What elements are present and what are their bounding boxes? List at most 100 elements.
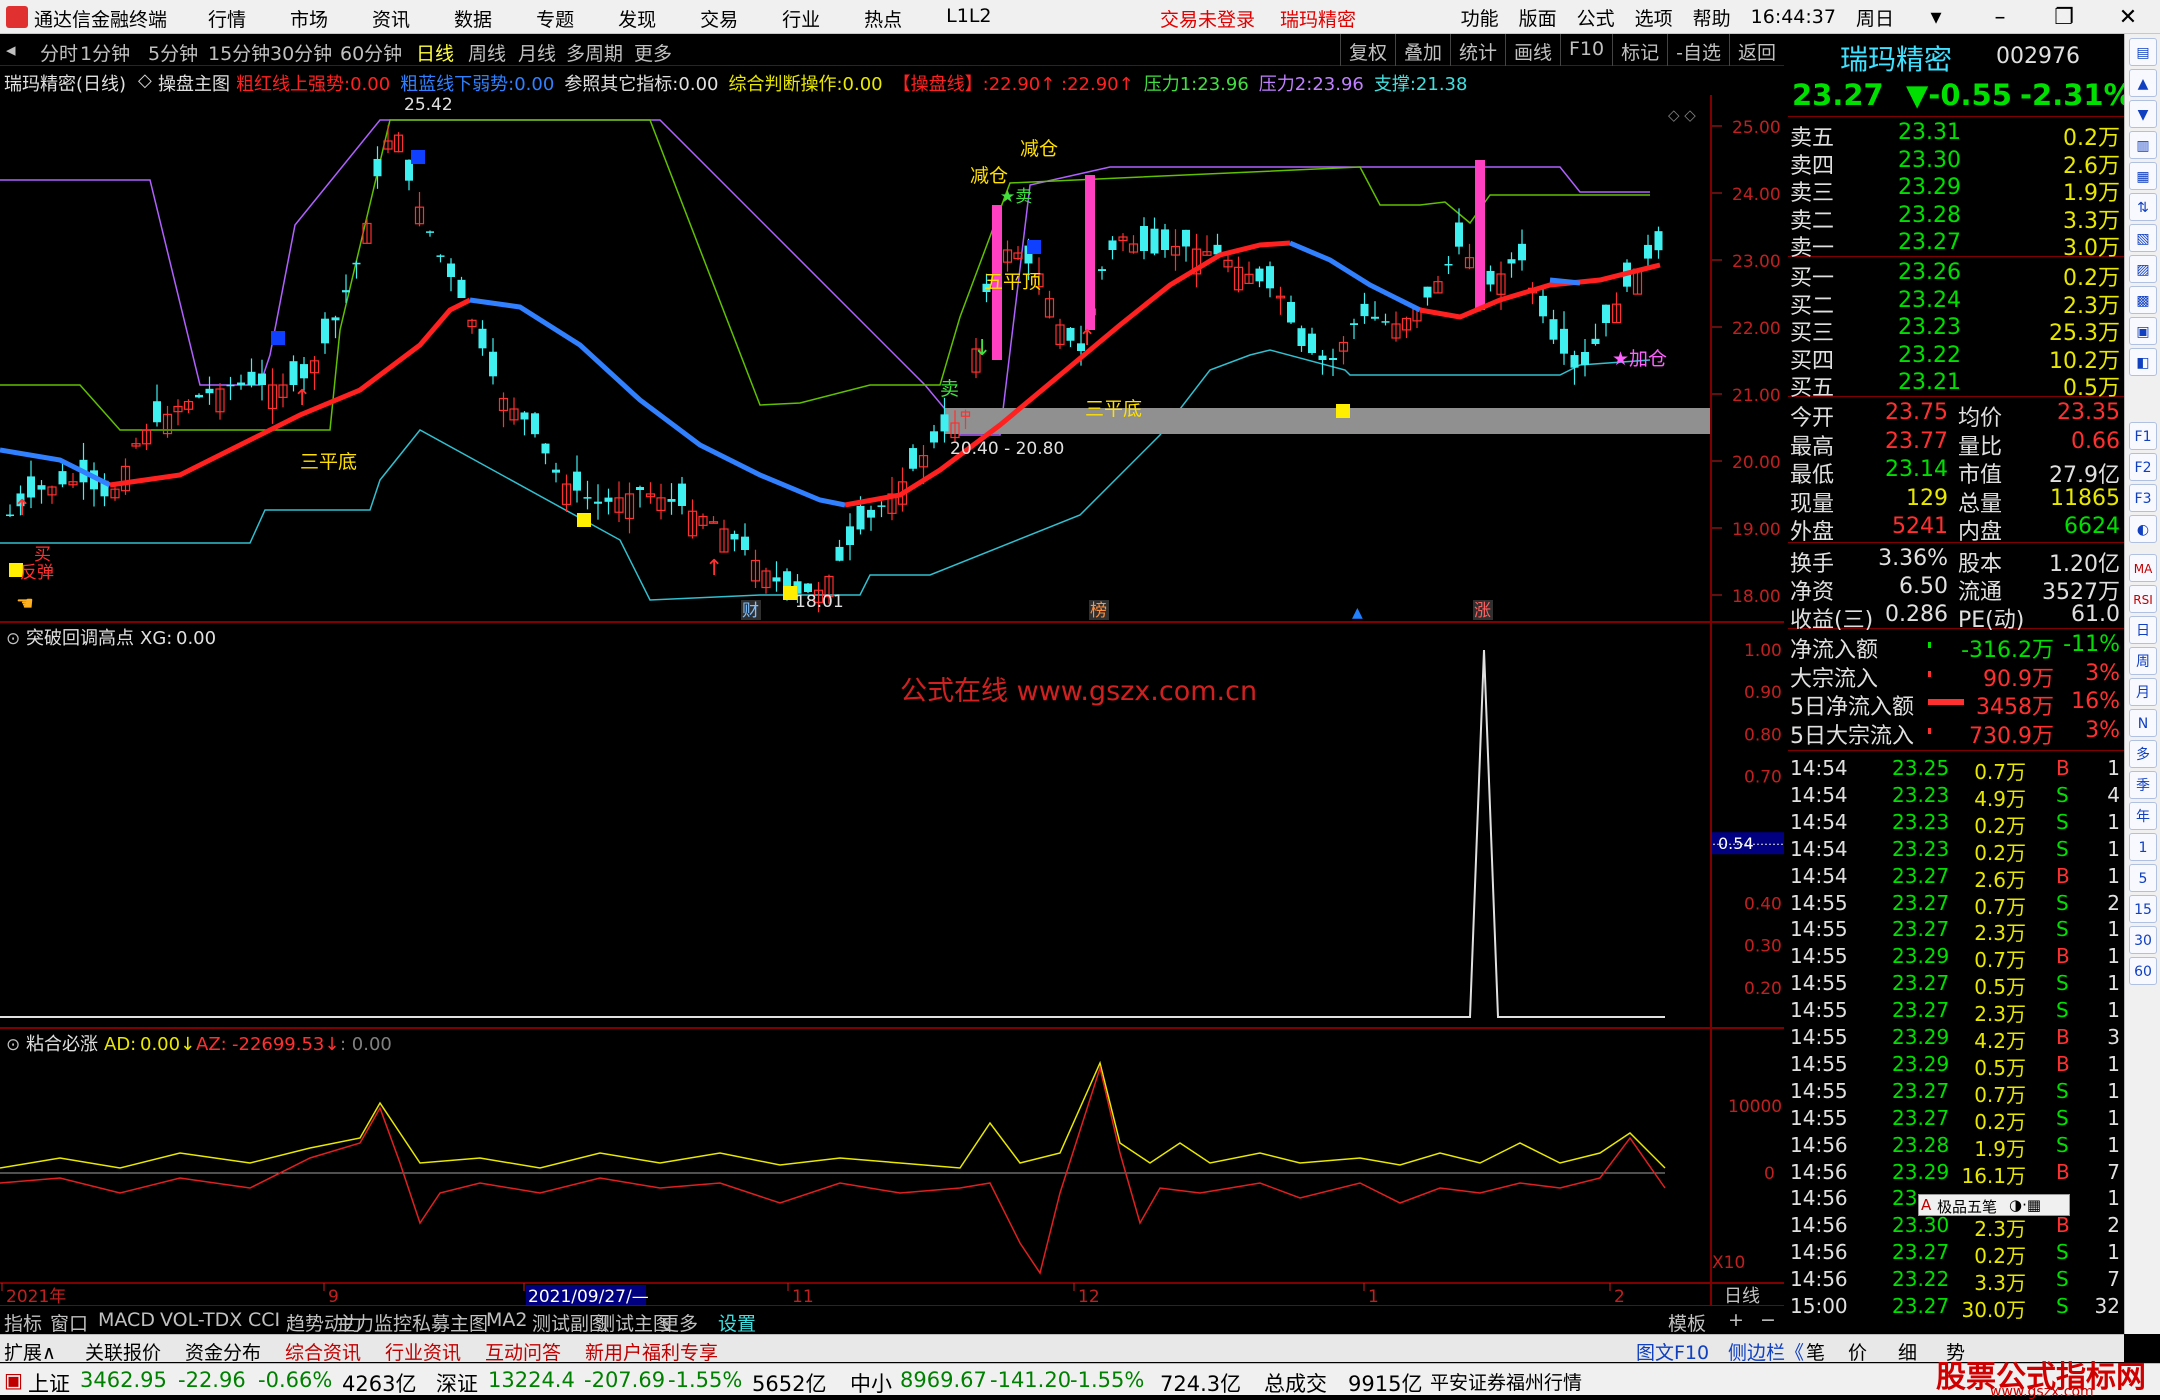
sidebar-tool-icon[interactable]: ▥ bbox=[2129, 131, 2157, 159]
indicator-tab[interactable]: 主力监控 bbox=[336, 1309, 412, 1336]
formula-name[interactable]: 操盘主图 bbox=[158, 70, 230, 95]
sidebar-tool-icon[interactable]: ▦ bbox=[2129, 162, 2157, 190]
chart-tool-button[interactable]: 复权 bbox=[1339, 34, 1395, 66]
menu-layout[interactable]: 版面 bbox=[1519, 4, 1557, 31]
bid-price[interactable]: 23.21 bbox=[1898, 370, 1961, 395]
period-tab[interactable]: 月线 bbox=[518, 39, 556, 66]
ime-mode-icon[interactable]: ◑·▦ bbox=[2009, 1196, 2041, 1214]
minimize-icon[interactable]: – bbox=[1978, 5, 2022, 30]
up-triangle-icon[interactable]: ▲ bbox=[1352, 605, 1363, 621]
sidebar-function-icon[interactable]: ◐ bbox=[2129, 515, 2157, 543]
ask-price[interactable]: 23.27 bbox=[1898, 230, 1961, 255]
indicator-tab[interactable]: VOL-TDX bbox=[160, 1309, 242, 1331]
sidebar-tool-icon[interactable]: ▩ bbox=[2129, 286, 2157, 314]
sidebar-item[interactable]: 5 bbox=[2129, 864, 2157, 892]
close-icon[interactable]: ✕ bbox=[2106, 5, 2150, 30]
chart-tool-button[interactable]: 叠加 bbox=[1394, 34, 1450, 66]
period-tab[interactable]: 30分钟 bbox=[270, 39, 332, 66]
formula-icon[interactable]: ◇ bbox=[138, 70, 152, 91]
extension-tab[interactable]: 综合资讯 bbox=[285, 1338, 361, 1365]
sidebar-function-icon[interactable]: F1 bbox=[2129, 422, 2157, 450]
chart-tool-button[interactable]: F10 bbox=[1560, 34, 1612, 66]
menu-item[interactable]: 资讯 bbox=[372, 5, 410, 32]
extension-tab[interactable]: 扩展∧ bbox=[4, 1338, 56, 1365]
sidebar-item[interactable]: 月 bbox=[2129, 678, 2157, 706]
ask-price[interactable]: 23.28 bbox=[1898, 203, 1961, 228]
period-tab[interactable]: 更多 bbox=[634, 39, 672, 66]
chart-tool-button[interactable]: 标记 bbox=[1612, 34, 1667, 66]
sidebar-item[interactable]: 30 bbox=[2129, 926, 2157, 954]
chart-tool-button[interactable]: 返回 bbox=[1728, 34, 1784, 66]
bid-price[interactable]: 23.26 bbox=[1898, 260, 1961, 285]
menu-item[interactable]: 行业 bbox=[782, 5, 820, 32]
menu-item[interactable]: 热点 bbox=[864, 5, 902, 32]
sidebar-tool-icon[interactable]: ▤ bbox=[2129, 38, 2157, 66]
ask-price[interactable]: 23.29 bbox=[1898, 175, 1961, 200]
sidebar-item[interactable]: 日 bbox=[2129, 616, 2157, 644]
sidebar-item[interactable]: N bbox=[2129, 709, 2157, 737]
sidebar-item[interactable]: 1 bbox=[2129, 833, 2157, 861]
menu-function[interactable]: 功能 bbox=[1461, 4, 1499, 31]
period-tab[interactable]: 1分钟 bbox=[80, 39, 130, 66]
sidebar-tool-icon[interactable]: ▣ bbox=[2129, 317, 2157, 345]
collapse-icon[interactable]: ⊙ bbox=[6, 1035, 20, 1055]
chart-area[interactable]: 25.0024.0023.0022.0021.0020.0019.0018.00… bbox=[0, 95, 1784, 1305]
menu-icon[interactable]: ▾ bbox=[1914, 5, 1958, 30]
menu-item[interactable]: 交易 bbox=[700, 5, 738, 32]
indicator-tab[interactable]: 私募主图 bbox=[412, 1309, 488, 1336]
panel-switch-tab[interactable]: 笔 bbox=[1806, 1338, 1825, 1365]
menu-item[interactable]: 行情 bbox=[208, 5, 246, 32]
sz-label[interactable]: 深证 bbox=[436, 1368, 478, 1398]
sidebar-item[interactable]: 年 bbox=[2129, 802, 2157, 830]
bid-price[interactable]: 23.24 bbox=[1898, 288, 1961, 313]
menu-item[interactable]: 发现 bbox=[618, 5, 656, 32]
extension-tab[interactable]: 新用户福利专享 bbox=[585, 1338, 718, 1365]
sidebar-tool-icon[interactable]: ▼ bbox=[2129, 100, 2157, 128]
sidebar-item[interactable]: MA bbox=[2129, 554, 2157, 582]
extension-tab[interactable]: 资金分布 bbox=[185, 1338, 261, 1365]
menu-formula[interactable]: 公式 bbox=[1577, 4, 1615, 31]
zx-label[interactable]: 中小 bbox=[850, 1368, 892, 1398]
template-button[interactable]: − bbox=[1760, 1309, 1776, 1331]
sh-label[interactable]: 上证 bbox=[28, 1368, 70, 1398]
period-tab[interactable]: 60分钟 bbox=[340, 39, 402, 66]
bid-price[interactable]: 23.22 bbox=[1898, 343, 1961, 368]
sidebar-tool-icon[interactable]: ▲ bbox=[2129, 69, 2157, 97]
collapse-icon[interactable]: ◂ bbox=[6, 39, 16, 61]
sidebar-item[interactable]: 多 bbox=[2129, 740, 2157, 768]
ask-price[interactable]: 23.30 bbox=[1898, 148, 1961, 173]
panel-switch-tab[interactable]: 图文F10 bbox=[1636, 1338, 1709, 1365]
extension-tab[interactable]: 互动问答 bbox=[485, 1338, 561, 1365]
template-button[interactable]: + bbox=[1728, 1309, 1744, 1331]
login-status[interactable]: 交易未登录 bbox=[1160, 5, 1255, 32]
chart-tool-button[interactable]: -自选 bbox=[1667, 34, 1729, 66]
period-tab[interactable]: 分时 bbox=[40, 39, 78, 66]
menu-help[interactable]: 帮助 bbox=[1693, 4, 1731, 31]
sidebar-item[interactable]: 季 bbox=[2129, 771, 2157, 799]
indicator-tab[interactable]: 窗口 bbox=[50, 1309, 88, 1336]
period-tab[interactable]: 5分钟 bbox=[148, 39, 198, 66]
indicator-tab[interactable]: MA2 bbox=[486, 1309, 527, 1331]
sidebar-item[interactable]: 周 bbox=[2129, 647, 2157, 675]
template-button[interactable]: 模板 bbox=[1668, 1309, 1706, 1336]
settings-diamond-icon[interactable]: ◇ ◇ bbox=[1668, 106, 1696, 124]
ime-toolbar[interactable]: A 极品五笔 ◑·▦ bbox=[1918, 1194, 2070, 1216]
sidebar-function-icon[interactable]: F3 bbox=[2129, 484, 2157, 512]
sidebar-item[interactable]: 15 bbox=[2129, 895, 2157, 923]
menu-item[interactable]: 数据 bbox=[454, 5, 492, 32]
chart-tool-button[interactable]: 统计 bbox=[1449, 34, 1505, 66]
panel-switch-tab[interactable]: 价 bbox=[1848, 1338, 1867, 1365]
menu-item[interactable]: L1L2 bbox=[946, 5, 991, 32]
maximize-icon[interactable]: ❐ bbox=[2042, 5, 2086, 30]
indicator-tab[interactable]: 指标 bbox=[4, 1309, 42, 1336]
ask-price[interactable]: 23.31 bbox=[1898, 120, 1961, 145]
bid-price[interactable]: 23.23 bbox=[1898, 315, 1961, 340]
menu-item[interactable]: 市场 bbox=[290, 5, 328, 32]
extension-tab[interactable]: 行业资讯 bbox=[385, 1338, 461, 1365]
panel-switch-tab[interactable]: 细 bbox=[1898, 1338, 1917, 1365]
period-tab[interactable]: 周线 bbox=[468, 39, 506, 66]
extension-tab[interactable]: 关联报价 bbox=[85, 1338, 161, 1365]
sidebar-tool-icon[interactable]: ▨ bbox=[2129, 255, 2157, 283]
sidebar-function-icon[interactable]: F2 bbox=[2129, 453, 2157, 481]
indicator-tab[interactable]: 设置 bbox=[718, 1309, 756, 1336]
